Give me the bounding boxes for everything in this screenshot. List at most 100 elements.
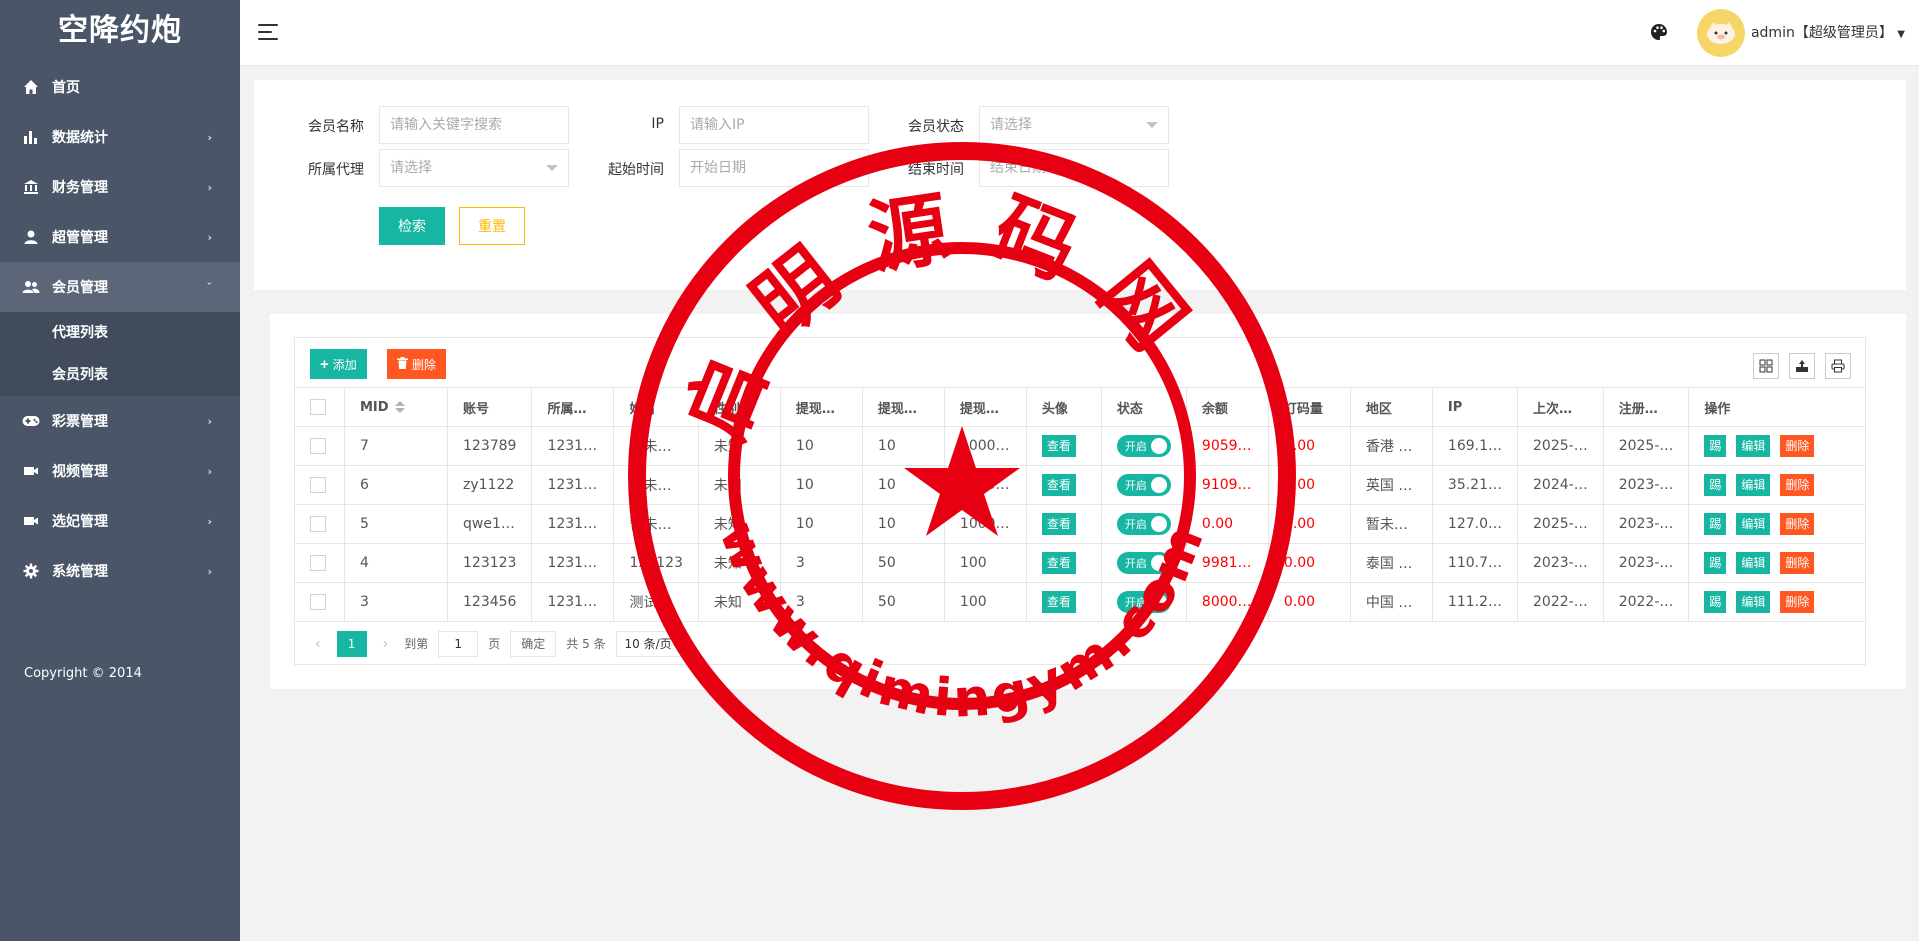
- bar-chart-icon: [22, 128, 40, 146]
- avatar[interactable]: [1697, 9, 1745, 57]
- kick-button[interactable]: 踢: [1704, 552, 1727, 574]
- cell-withdraw-1: 10: [779, 465, 863, 505]
- goto-page-input[interactable]: 1: [438, 630, 479, 657]
- print-icon[interactable]: [1825, 353, 1851, 379]
- delete-row-button[interactable]: 删除: [1780, 513, 1815, 535]
- select-all-checkbox[interactable]: [310, 399, 326, 415]
- export-icon[interactable]: [1789, 353, 1815, 379]
- col-agent: 所属…: [531, 387, 615, 427]
- cell-actions: 踢编辑 删除: [1688, 582, 1866, 622]
- sidebar-item-selection[interactable]: 选妃管理 ›: [0, 496, 240, 546]
- table-row[interactable]: 4 123123 1231… 123123 未知 3 50 100 查看 开启 9981… 0.00 泰…: [294, 543, 1866, 583]
- col-withdraw-1: 提现…: [779, 387, 863, 427]
- menu-toggle-icon[interactable]: [258, 24, 278, 40]
- table-row[interactable]: 6 zy1122 1231… 暂未… 未知 10 10 1000… 查看 开启 9109… 0.00 英…: [294, 465, 1866, 505]
- edit-button[interactable]: 编辑: [1736, 435, 1771, 457]
- sidebar-item-stats[interactable]: 数据统计 ›: [0, 112, 240, 162]
- table-row[interactable]: 5 qwe1… 1231… 暂未… 未知 10 10 1000… 查看 开启 0.00 0.00 暂未……: [294, 504, 1866, 544]
- col-ip: IP: [1431, 387, 1519, 427]
- end-date-input[interactable]: 结束日期: [979, 149, 1169, 187]
- table-row[interactable]: 7 123789 1231… 暂未… 未知 10 10 1000… 查看 开启 9059… 0.00 香…: [294, 426, 1866, 466]
- prev-page-icon[interactable]: ‹: [309, 636, 327, 652]
- user-menu[interactable]: admin【超级管理员】 ▼: [1751, 22, 1905, 42]
- sidebar-item-members[interactable]: 会员管理 ˇ: [0, 262, 240, 312]
- status-toggle[interactable]: 开启: [1116, 474, 1171, 496]
- start-date-input[interactable]: 开始日期: [679, 149, 869, 187]
- sidebar-item-lottery[interactable]: 彩票管理 ›: [0, 396, 240, 446]
- cell-gender: 未知: [697, 465, 781, 505]
- edit-button[interactable]: 编辑: [1736, 513, 1771, 535]
- row-checkbox[interactable]: [310, 516, 326, 532]
- table-panel: + 添加 删除 MID 账号 所属… 姓名 性别 提现… 提现… 提现… 头像 …: [270, 314, 1906, 689]
- view-avatar-button[interactable]: 查看: [1041, 552, 1076, 574]
- status-toggle[interactable]: 开启: [1116, 552, 1171, 574]
- sidebar-item-home[interactable]: 首页: [0, 62, 240, 112]
- delete-row-button[interactable]: 删除: [1780, 474, 1815, 496]
- cell-ip: 127.0…: [1431, 504, 1519, 544]
- cell-withdraw-1: 10: [779, 426, 863, 466]
- row-checkbox[interactable]: [310, 555, 326, 571]
- cell-gender: 未知: [697, 426, 781, 466]
- page-size-select[interactable]: 10 条/页: [615, 630, 681, 657]
- col-register: 注册…: [1602, 387, 1690, 427]
- cell-mid: 6: [344, 465, 448, 505]
- search-button[interactable]: 检索: [379, 207, 445, 245]
- row-checkbox[interactable]: [310, 594, 326, 610]
- agent-select[interactable]: 请选择: [379, 149, 569, 187]
- delete-row-button[interactable]: 删除: [1780, 591, 1815, 613]
- member-status-select[interactable]: 请选择: [979, 106, 1169, 144]
- caret-down-icon: ▼: [1897, 29, 1905, 40]
- submenu-item-agents[interactable]: 代理列表: [0, 312, 240, 354]
- total-count: 共 5 条: [566, 637, 606, 651]
- cell-last-login: 2025-…: [1517, 426, 1604, 466]
- trash-icon: [397, 356, 408, 372]
- palette-icon[interactable]: [1649, 22, 1669, 42]
- video-icon: [22, 512, 40, 530]
- edit-button[interactable]: 编辑: [1736, 474, 1771, 496]
- col-mid[interactable]: MID: [344, 387, 448, 427]
- submenu-item-members[interactable]: 会员列表: [0, 354, 240, 396]
- cell-bet-volume: 0.00: [1267, 426, 1351, 466]
- cell-register: 2023-…: [1602, 465, 1690, 505]
- sidebar-item-system[interactable]: 系统管理 ›: [0, 546, 240, 596]
- kick-button[interactable]: 踢: [1704, 513, 1727, 535]
- page-1-button[interactable]: 1: [336, 630, 367, 657]
- columns-filter-icon[interactable]: [1753, 353, 1779, 379]
- next-page-icon[interactable]: ›: [377, 636, 395, 652]
- add-button[interactable]: + 添加: [310, 349, 367, 379]
- cell-withdraw-3: 1000…: [943, 465, 1027, 505]
- ip-input[interactable]: 请输入IP: [679, 106, 869, 144]
- edit-button[interactable]: 编辑: [1736, 591, 1771, 613]
- kick-button[interactable]: 踢: [1704, 435, 1727, 457]
- start-time-label: 起始时间: [608, 162, 664, 178]
- table-row[interactable]: 3 123456 1231… 测试 未知 3 50 100 查看 开启 8000… 0.00 中国 … 1…: [294, 582, 1866, 622]
- cell-name: 123123: [613, 543, 699, 583]
- view-avatar-button[interactable]: 查看: [1041, 591, 1076, 613]
- goto-confirm-button[interactable]: 确定: [510, 630, 557, 657]
- cell-balance: 9059…: [1185, 426, 1269, 466]
- delete-row-button[interactable]: 删除: [1780, 435, 1815, 457]
- status-toggle[interactable]: 开启: [1116, 591, 1171, 613]
- view-avatar-button[interactable]: 查看: [1041, 513, 1076, 535]
- view-avatar-button[interactable]: 查看: [1041, 435, 1076, 457]
- batch-delete-button[interactable]: 删除: [387, 349, 447, 379]
- reset-button[interactable]: 重置: [459, 207, 525, 245]
- row-checkbox[interactable]: [310, 477, 326, 493]
- member-name-input[interactable]: 请输入关键字搜索: [379, 106, 569, 144]
- cell-actions: 踢编辑 删除: [1688, 426, 1866, 466]
- kick-button[interactable]: 踢: [1704, 474, 1727, 496]
- sidebar-item-label: 选妃管理: [52, 514, 108, 530]
- edit-button[interactable]: 编辑: [1736, 552, 1771, 574]
- status-toggle[interactable]: 开启: [1116, 435, 1171, 457]
- sidebar-item-admins[interactable]: 超管管理 ›: [0, 212, 240, 262]
- sidebar-item-videos[interactable]: 视频管理 ›: [0, 446, 240, 496]
- view-avatar-button[interactable]: 查看: [1041, 474, 1076, 496]
- kick-button[interactable]: 踢: [1704, 591, 1727, 613]
- status-toggle[interactable]: 开启: [1116, 513, 1171, 535]
- sort-icon[interactable]: [394, 401, 405, 413]
- row-checkbox[interactable]: [310, 438, 326, 454]
- sidebar-item-label: 超管管理: [52, 230, 108, 246]
- page-suffix-label: 页: [488, 637, 501, 651]
- sidebar-item-finance[interactable]: 财务管理 ›: [0, 162, 240, 212]
- delete-row-button[interactable]: 删除: [1780, 552, 1815, 574]
